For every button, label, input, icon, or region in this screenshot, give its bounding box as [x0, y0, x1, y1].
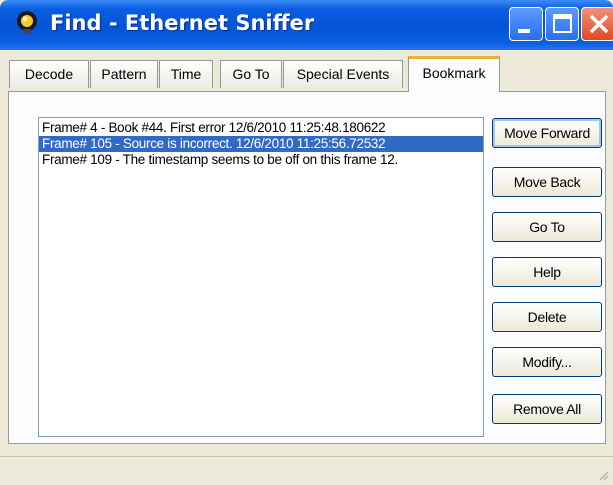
- list-item[interactable]: Frame# 109 - The timestamp seems to be o…: [39, 152, 483, 168]
- go-to-button[interactable]: Go To: [492, 212, 602, 242]
- tab-bookmark[interactable]: Bookmark: [408, 56, 500, 92]
- tab-strip: Decode Pattern Time Go To Special Events…: [0, 56, 613, 92]
- status-pane: [6, 463, 66, 481]
- status-bar: [0, 456, 613, 485]
- resize-grip-icon[interactable]: [597, 469, 609, 481]
- minimize-icon: [518, 29, 530, 33]
- close-icon: [589, 14, 609, 34]
- title-bar[interactable]: Find - Ethernet Sniffer: [0, 0, 613, 50]
- remove-all-button[interactable]: Remove All: [492, 394, 602, 424]
- modify-button[interactable]: Modify...: [492, 347, 602, 377]
- maximize-icon: [553, 14, 572, 33]
- maximize-button[interactable]: [545, 7, 579, 41]
- find-window: Find - Ethernet Sniffer Decode Pattern T…: [0, 0, 613, 485]
- tab-go-to[interactable]: Go To: [220, 60, 282, 88]
- move-forward-button[interactable]: Move Forward: [492, 118, 602, 148]
- tab-time[interactable]: Time: [159, 60, 213, 88]
- move-back-button[interactable]: Move Back: [492, 167, 602, 197]
- tab-special-events[interactable]: Special Events: [283, 60, 403, 88]
- tab-decode[interactable]: Decode: [9, 60, 89, 88]
- help-button[interactable]: Help: [492, 257, 602, 287]
- tab-pattern[interactable]: Pattern: [90, 60, 158, 88]
- lightbulb-icon: [17, 11, 37, 34]
- window-title: Find - Ethernet Sniffer: [50, 11, 315, 35]
- bookmark-list[interactable]: Frame# 4 - Book #44. First error 12/6/20…: [38, 117, 484, 437]
- list-item[interactable]: Frame# 4 - Book #44. First error 12/6/20…: [39, 120, 483, 136]
- delete-button[interactable]: Delete: [492, 302, 602, 332]
- list-item-selected[interactable]: Frame# 105 - Source is incorrect. 12/6/2…: [39, 136, 483, 152]
- close-button[interactable]: [581, 7, 613, 41]
- minimize-button[interactable]: [509, 7, 543, 41]
